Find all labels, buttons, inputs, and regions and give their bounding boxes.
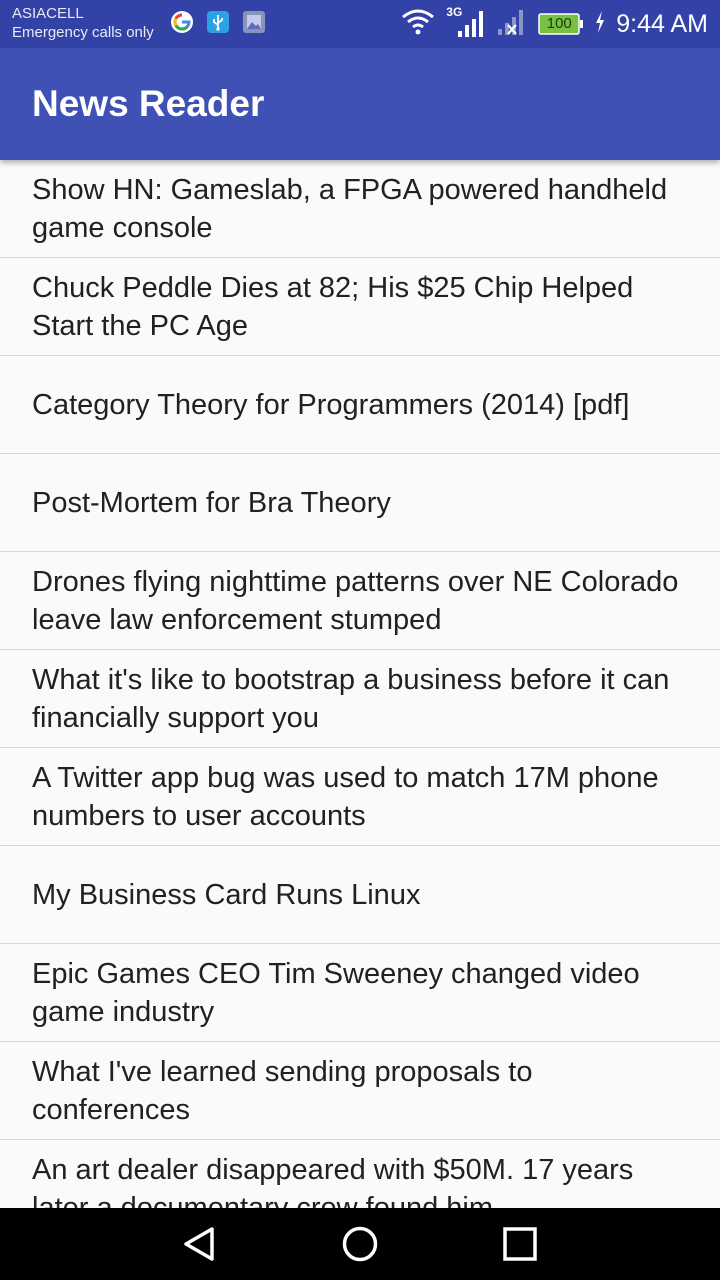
navigation-bar (0, 1208, 720, 1280)
news-headline: Drones flying nighttime patterns over NE… (32, 565, 679, 636)
news-item[interactable]: My Business Card Runs Linux (0, 846, 720, 944)
app-title: News Reader (32, 83, 265, 124)
clock: 9:44 AM (616, 9, 708, 38)
carrier-name: ASIACELL (12, 5, 84, 22)
news-headline: What it's like to bootstrap a business b… (32, 663, 670, 734)
news-headline: Category Theory for Programmers (2014) [… (32, 388, 630, 421)
image-icon (242, 10, 266, 34)
news-item[interactable]: What I've learned sending proposals to c… (0, 1042, 720, 1140)
charging-icon (594, 10, 606, 39)
news-headline: Chuck Peddle Dies at 82; His $25 Chip He… (32, 271, 634, 342)
news-item[interactable]: A Twitter app bug was used to match 17M … (0, 748, 720, 846)
recents-button[interactable] (500, 1224, 540, 1264)
news-item[interactable]: Show HN: Gameslab, a FPGA powered handhe… (0, 160, 720, 258)
home-button[interactable] (340, 1224, 380, 1264)
news-list[interactable]: Show HN: Gameslab, a FPGA powered handhe… (0, 160, 720, 1208)
news-headline: My Business Card Runs Linux (32, 878, 421, 911)
battery-icon: 100 (538, 13, 584, 35)
back-icon (184, 1227, 214, 1261)
news-item[interactable]: Epic Games CEO Tim Sweeney changed video… (0, 944, 720, 1042)
news-item[interactable]: Chuck Peddle Dies at 82; His $25 Chip He… (0, 258, 720, 356)
signal-icon: 3G (446, 5, 486, 41)
back-button[interactable] (180, 1224, 220, 1264)
news-headline: A Twitter app bug was used to match 17M … (32, 761, 659, 832)
news-item[interactable]: What it's like to bootstrap a business b… (0, 650, 720, 748)
battery-level: 100 (546, 15, 572, 32)
recents-icon (503, 1227, 537, 1261)
carrier-info: ASIACELL Emergency calls only (12, 4, 154, 42)
wifi-icon (400, 8, 436, 41)
google-icon (170, 10, 194, 34)
home-icon (342, 1226, 378, 1262)
news-headline: What I've learned sending proposals to c… (32, 1055, 533, 1126)
emergency-calls-label: Emergency calls only (12, 24, 154, 41)
news-item[interactable]: Drones flying nighttime patterns over NE… (0, 552, 720, 650)
news-headline: Epic Games CEO Tim Sweeney changed video… (32, 957, 640, 1028)
status-bar: ASIACELL Emergency calls only 3G 100 9:4… (0, 0, 720, 48)
notification-icons (170, 10, 266, 34)
status-indicators: 3G 100 9:44 AM (400, 5, 708, 42)
news-headline: Post-Mortem for Bra Theory (32, 486, 391, 519)
no-signal-icon (496, 7, 528, 42)
news-headline: An art dealer disappeared with $50M. 17 … (32, 1153, 634, 1209)
news-headline: Show HN: Gameslab, a FPGA powered handhe… (32, 173, 668, 244)
news-item[interactable]: An art dealer disappeared with $50M. 17 … (0, 1140, 720, 1209)
news-item[interactable]: Post-Mortem for Bra Theory (0, 454, 720, 552)
usb-icon (206, 10, 230, 34)
news-item[interactable]: Category Theory for Programmers (2014) [… (0, 356, 720, 454)
app-bar: News Reader (0, 48, 720, 160)
